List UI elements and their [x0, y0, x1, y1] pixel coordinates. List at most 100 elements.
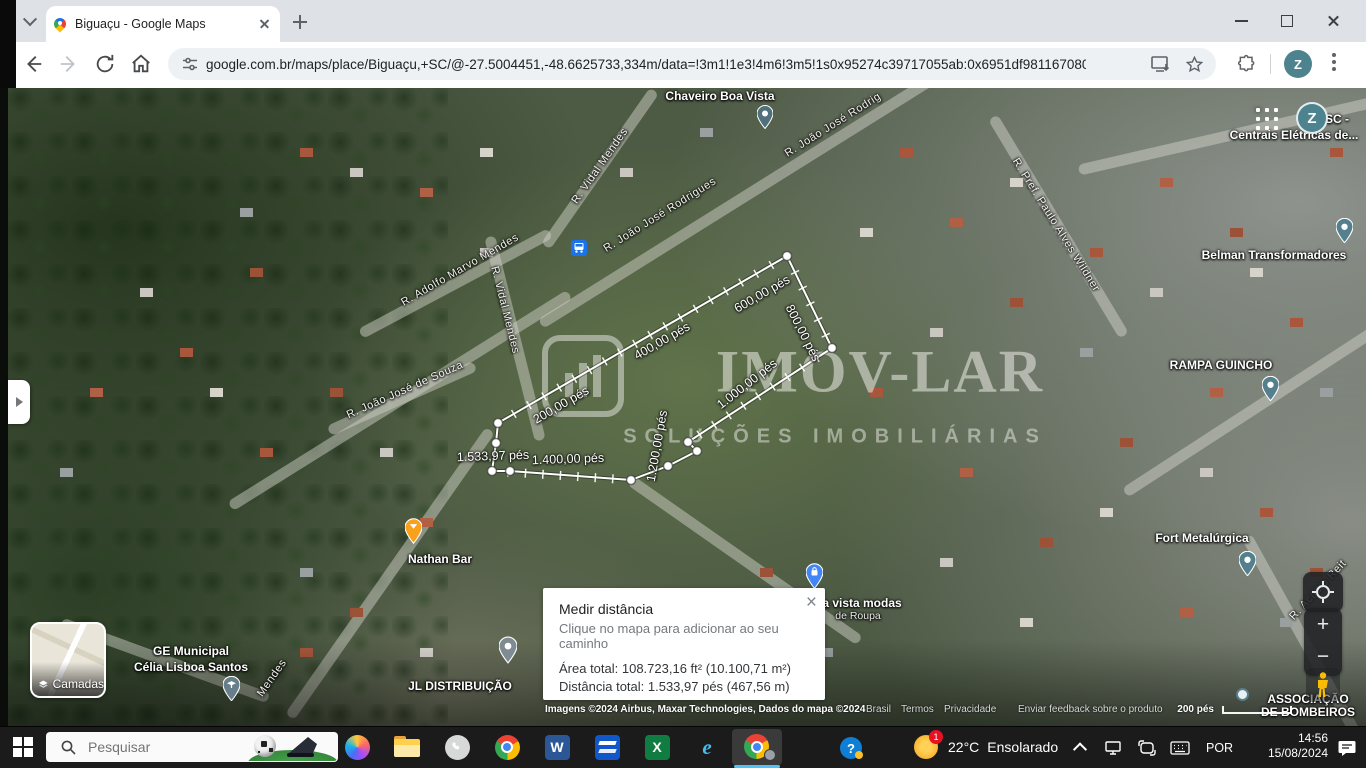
- omnibox[interactable]: google.com.br/maps/place/Biguaçu,+SC/@-2…: [168, 48, 1216, 80]
- dialog-distance-total: Distância total: 1.533,97 pés (467,56 m): [559, 679, 809, 694]
- browser-tab[interactable]: Biguaçu - Google Maps: [46, 6, 280, 42]
- window-maximize-button[interactable]: [1272, 8, 1302, 34]
- help-app-icon[interactable]: ?: [840, 737, 862, 759]
- taskbar-copilot-icon[interactable]: [343, 733, 371, 761]
- bus-stop-icon[interactable]: [571, 240, 587, 256]
- home-button[interactable]: [130, 53, 152, 75]
- dialog-hint: Clique no mapa para adicionar ao seu cam…: [559, 621, 809, 651]
- soccer-boot-doodle: [284, 734, 320, 761]
- google-apps-grid-icon[interactable]: [1256, 108, 1260, 112]
- expand-side-panel-button[interactable]: [8, 380, 30, 424]
- measure-distance-dialog: Medir distância Clique no mapa para adic…: [543, 588, 825, 700]
- layers-icon: [39, 678, 48, 691]
- place-pin-fort[interactable]: [1239, 551, 1256, 576]
- search-doodle: [240, 732, 332, 762]
- place-label-nathan-bar[interactable]: Nathan Bar: [408, 552, 472, 566]
- chrome-profile-badge: [764, 749, 776, 761]
- measure-label-1400: 1.400,00 pés: [532, 451, 605, 468]
- layers-button[interactable]: Camadas: [30, 622, 106, 698]
- clock-time: 14:56: [1248, 731, 1328, 746]
- google-maps-favicon: [54, 18, 67, 31]
- weather-widget[interactable]: 1 22°C Ensolarado: [914, 729, 1064, 765]
- place-label-jl-distribuicao[interactable]: JL DISTRIBUIÇÃO: [408, 679, 512, 693]
- action-center-icon[interactable]: [1338, 740, 1356, 756]
- taskbar-whatsapp-icon[interactable]: [443, 733, 471, 761]
- notification-badge: 1: [929, 730, 943, 744]
- search-icon: [61, 740, 76, 755]
- pegman-control[interactable]: [1306, 668, 1340, 702]
- measure-label-total: 1.533,97 pés: [457, 448, 530, 465]
- dialog-close-icon[interactable]: ×: [806, 592, 817, 614]
- url-text[interactable]: google.com.br/maps/place/Biguaçu,+SC/@-2…: [206, 57, 1086, 72]
- zoom-in-button[interactable]: +: [1304, 608, 1342, 642]
- reload-button[interactable]: [94, 53, 116, 75]
- new-tab-button[interactable]: [290, 12, 310, 32]
- browser-menu-kebab-icon[interactable]: [1332, 53, 1336, 57]
- tab-search-chevron-icon[interactable]: [18, 10, 42, 34]
- dialog-title: Medir distância: [559, 601, 809, 617]
- taskbar-file-explorer-icon[interactable]: [393, 733, 421, 761]
- place-label-vista-modas[interactable]: a vista modas: [822, 596, 901, 610]
- taskbar-internet-explorer-icon[interactable]: e: [693, 733, 721, 761]
- place-pin-rampa-guincho[interactable]: [1262, 376, 1279, 401]
- footer-link-privacidade[interactable]: Privacidade: [944, 704, 996, 715]
- tray-screen-clip-icon[interactable]: [1138, 740, 1156, 756]
- dialog-area-total: Área total: 108.723,16 ft² (10.100,71 m²…: [559, 661, 809, 676]
- search-input[interactable]: [86, 738, 240, 756]
- profile-avatar[interactable]: Z: [1284, 50, 1312, 78]
- bookmark-star-icon[interactable]: [1185, 55, 1204, 74]
- toolbar-divider: [1270, 54, 1271, 74]
- taskbar-chrome-active-chip[interactable]: [732, 729, 782, 765]
- extensions-puzzle-icon[interactable]: [1237, 54, 1257, 74]
- window-close-button[interactable]: [1318, 8, 1348, 34]
- install-app-icon[interactable]: [1151, 55, 1171, 73]
- tray-chevron-up-icon[interactable]: [1072, 740, 1088, 756]
- map-profile-avatar[interactable]: Z: [1296, 102, 1328, 134]
- language-indicator[interactable]: POR: [1206, 741, 1233, 755]
- clock-date: 15/08/2024: [1248, 746, 1328, 761]
- place-pin-chaveiro[interactable]: [757, 105, 773, 129]
- place-label-fort-metalurgica[interactable]: Fort Metalúrgica: [1155, 531, 1248, 545]
- site-settings-icon[interactable]: [182, 56, 198, 72]
- footer-link-feedback[interactable]: Enviar feedback sobre o produto: [1018, 704, 1163, 715]
- taskbar-scanner-app-icon[interactable]: [593, 733, 621, 761]
- taskbar-chrome-icon[interactable]: [493, 733, 521, 761]
- taskbar-word-icon[interactable]: W: [543, 733, 571, 761]
- place-dot-associacao[interactable]: [1236, 688, 1249, 701]
- place-pin-nathan-bar[interactable]: [405, 518, 422, 544]
- place-pin-ge-school[interactable]: [223, 676, 240, 701]
- place-label-rampa-guincho[interactable]: RAMPA GUINCHO: [1170, 358, 1273, 372]
- footer-link-termos[interactable]: Termos: [901, 704, 934, 715]
- forward-button[interactable]: [58, 53, 80, 75]
- tray-keyboard-icon[interactable]: [1170, 741, 1190, 755]
- weather-desc: Ensolarado: [987, 739, 1058, 755]
- taskbar-excel-icon[interactable]: X: [643, 733, 671, 761]
- place-label-belman-transformadores[interactable]: Belman Transformadores: [1202, 248, 1347, 262]
- taskbar-search[interactable]: [46, 732, 338, 762]
- place-label-centrais-eletricas[interactable]: Centrais Elétricas de...: [1230, 128, 1359, 142]
- back-button[interactable]: [22, 53, 44, 75]
- place-pin-jl[interactable]: [499, 636, 517, 664]
- window-left-edge: [0, 0, 16, 88]
- place-pin-belman[interactable]: [1336, 218, 1353, 243]
- screen: IMOV-LAR SOLUÇÕES IMOBILIÁRIAS 200,00 pé…: [0, 0, 1366, 768]
- window-minimize-button[interactable]: [1226, 8, 1256, 34]
- place-label-chaveiro-boa-vista[interactable]: Chaveiro Boa Vista: [665, 89, 774, 103]
- zoom-control: + −: [1304, 608, 1342, 676]
- place-label-ge-municipal-2[interactable]: Célia Lisboa Santos: [134, 660, 248, 674]
- layers-label: Camadas: [53, 677, 104, 691]
- pegman-icon: [1316, 672, 1330, 698]
- place-label-vista-modas-sub: de Roupa: [835, 610, 881, 622]
- place-pin-modas-shopping[interactable]: [806, 563, 823, 589]
- my-location-button[interactable]: [1303, 572, 1343, 612]
- side-panel-strip: [0, 88, 8, 726]
- tab-close-icon[interactable]: [256, 16, 272, 32]
- taskbar-clock[interactable]: 14:56 15/08/2024: [1248, 731, 1328, 761]
- scale-bar: [1222, 706, 1292, 714]
- weather-sun-icon: 1: [914, 735, 938, 759]
- start-button[interactable]: [10, 734, 36, 760]
- weather-temp: 22°C: [948, 739, 979, 755]
- tray-network-icon[interactable]: [1104, 740, 1122, 756]
- place-label-ge-municipal-1[interactable]: GE Municipal: [153, 644, 229, 658]
- footer-link-brasil[interactable]: Brasil: [866, 704, 891, 715]
